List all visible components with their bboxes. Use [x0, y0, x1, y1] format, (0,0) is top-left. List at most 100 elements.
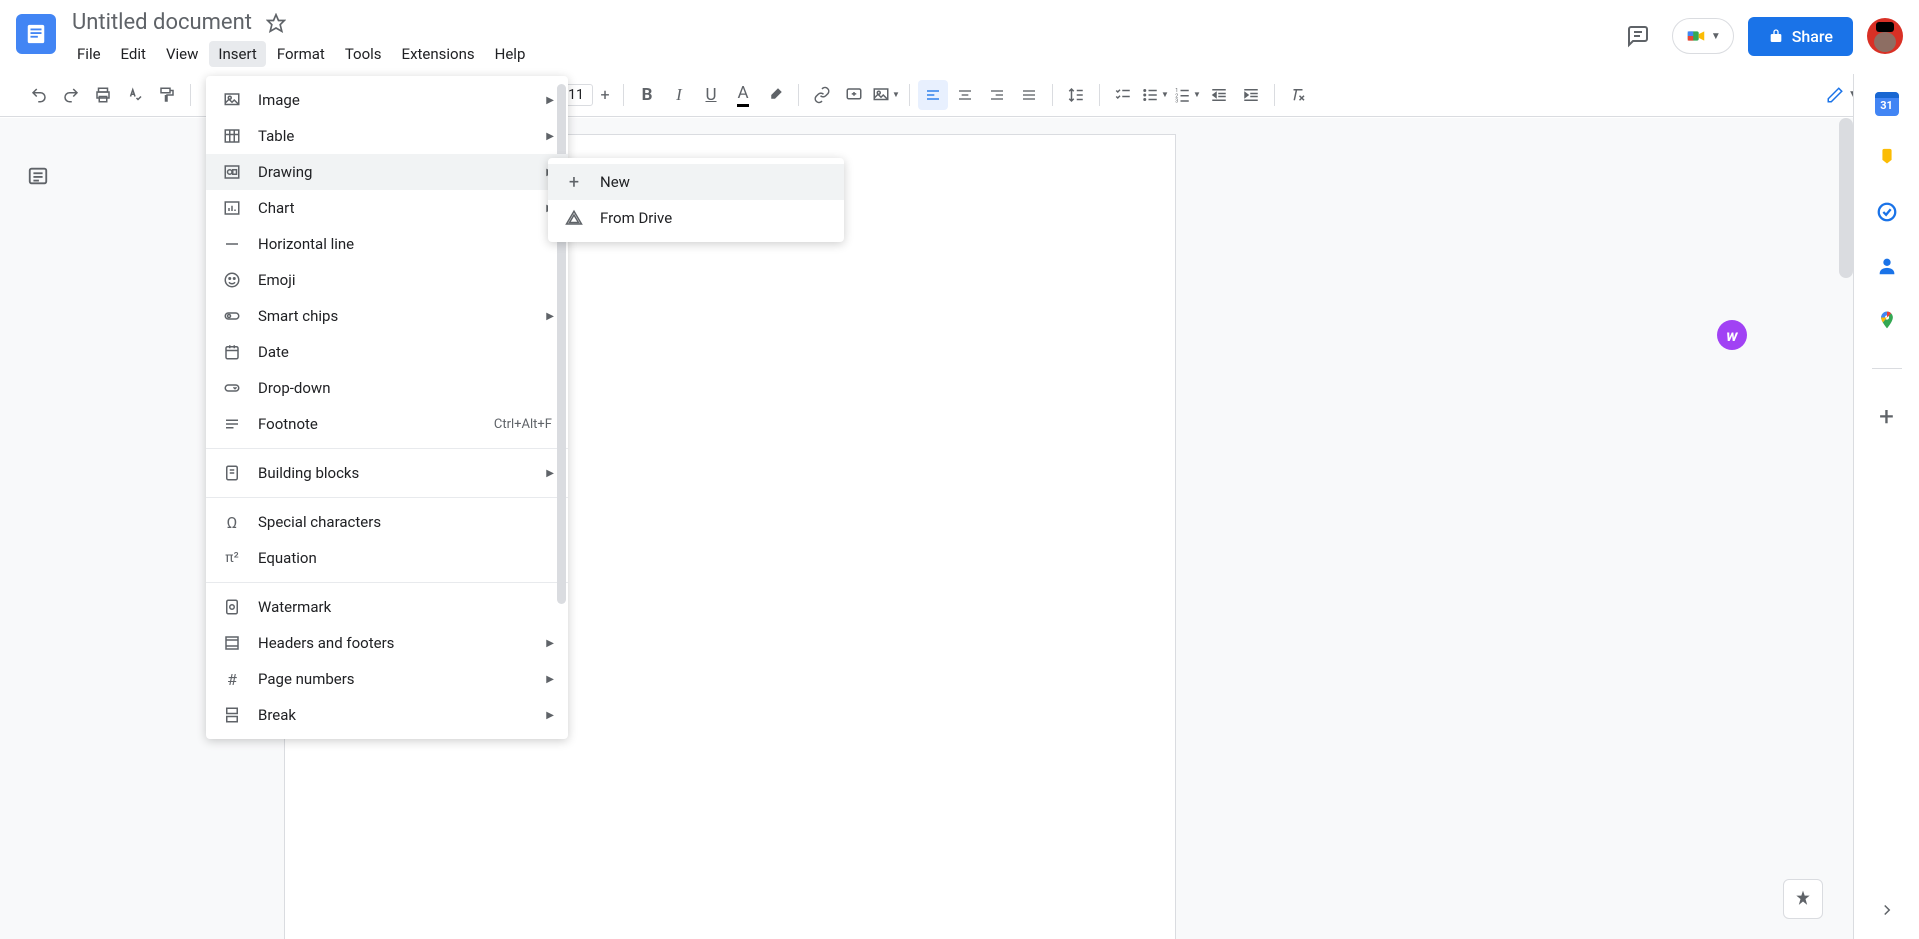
hide-side-panel-button[interactable] — [1878, 901, 1896, 919]
underline-button[interactable]: U — [696, 80, 726, 110]
drawing-new[interactable]: + New — [548, 164, 844, 200]
insert-image-button[interactable]: ▼ — [871, 80, 901, 110]
tasks-icon[interactable] — [1875, 200, 1899, 224]
add-comment-button[interactable] — [839, 80, 869, 110]
insert-equation[interactable]: π² Equation — [206, 540, 568, 576]
chevron-right-icon: ▶ — [546, 468, 554, 479]
share-label: Share — [1792, 27, 1833, 46]
checklist-button[interactable] — [1108, 80, 1138, 110]
undo-button[interactable] — [24, 80, 54, 110]
insert-image-label: Image — [258, 91, 300, 109]
chevron-right-icon: ▶ — [546, 710, 554, 721]
document-title[interactable]: Untitled document — [68, 8, 256, 37]
app-header: Untitled document File Edit View Insert … — [0, 0, 1919, 73]
insert-headers-footers[interactable]: Headers and footers ▶ — [206, 625, 568, 661]
insert-link-button[interactable] — [807, 80, 837, 110]
line-spacing-button[interactable] — [1061, 80, 1091, 110]
insert-page-numbers[interactable]: # Page numbers ▶ — [206, 661, 568, 697]
drawing-from-drive[interactable]: From Drive — [548, 200, 844, 236]
insert-special-characters[interactable]: Ω Special characters — [206, 504, 568, 540]
insert-watermark-label: Watermark — [258, 598, 331, 616]
insert-horizontal-line[interactable]: Horizontal line — [206, 226, 568, 262]
insert-watermark[interactable]: Watermark — [206, 589, 568, 625]
hline-icon — [222, 234, 242, 254]
align-right-button[interactable] — [982, 80, 1012, 110]
insert-building-blocks-label: Building blocks — [258, 464, 359, 482]
italic-button[interactable]: I — [664, 80, 694, 110]
align-center-button[interactable] — [950, 80, 980, 110]
wordtune-badge-icon[interactable]: w — [1717, 320, 1747, 350]
add-addon-icon[interactable]: + — [1875, 405, 1899, 429]
highlight-button[interactable] — [760, 80, 790, 110]
title-area: Untitled document File Edit View Insert … — [68, 8, 1618, 67]
insert-image[interactable]: Image ▶ — [206, 82, 568, 118]
side-panel: 31 + — [1853, 74, 1919, 939]
drawing-new-label: New — [600, 173, 630, 191]
document-outline-button[interactable] — [20, 158, 56, 194]
chevron-right-icon: ▶ — [546, 131, 554, 142]
menu-insert[interactable]: Insert — [209, 41, 265, 67]
insert-chart[interactable]: Chart ▶ — [206, 190, 568, 226]
insert-footnote[interactable]: Footnote Ctrl+Alt+F — [206, 406, 568, 442]
scrollbar-thumb[interactable] — [1839, 118, 1853, 278]
menu-help[interactable]: Help — [486, 41, 535, 67]
comment-history-icon[interactable] — [1618, 16, 1658, 56]
chart-icon — [222, 198, 242, 218]
menu-format[interactable]: Format — [268, 41, 334, 67]
align-left-button[interactable] — [918, 80, 948, 110]
equation-icon: π² — [222, 548, 242, 568]
paint-format-button[interactable] — [152, 80, 182, 110]
separator — [623, 84, 624, 106]
star-icon[interactable] — [266, 13, 286, 33]
insert-menu-dropdown: Image ▶ Table ▶ Drawing ▶ Chart ▶ Horizo… — [206, 76, 568, 739]
insert-drawing-label: Drawing — [258, 163, 312, 181]
separator — [1274, 84, 1275, 106]
contacts-icon[interactable] — [1875, 254, 1899, 278]
headers-footers-icon — [222, 633, 242, 653]
menu-extensions[interactable]: Extensions — [393, 41, 484, 67]
spellcheck-button[interactable] — [120, 80, 150, 110]
docs-logo-icon[interactable] — [16, 14, 56, 54]
menu-tools[interactable]: Tools — [336, 41, 391, 67]
menu-view[interactable]: View — [157, 41, 207, 67]
text-color-button[interactable]: A — [728, 80, 758, 110]
drive-icon — [564, 208, 584, 228]
omega-icon: Ω — [222, 512, 242, 532]
meet-button[interactable]: ▼ — [1672, 18, 1734, 54]
insert-dropdown[interactable]: Drop-down — [206, 370, 568, 406]
redo-button[interactable] — [56, 80, 86, 110]
share-button[interactable]: Share — [1748, 17, 1853, 56]
clear-formatting-button[interactable] — [1283, 80, 1313, 110]
image-icon — [222, 90, 242, 110]
keep-icon[interactable] — [1875, 146, 1899, 170]
insert-break[interactable]: Break ▶ — [206, 697, 568, 733]
insert-emoji[interactable]: Emoji — [206, 262, 568, 298]
bulleted-list-button[interactable]: ▼ — [1140, 80, 1170, 110]
bold-button[interactable]: B — [632, 80, 662, 110]
chevron-right-icon: ▶ — [546, 638, 554, 649]
decrease-indent-button[interactable] — [1204, 80, 1234, 110]
separator — [206, 448, 568, 449]
increase-indent-button[interactable] — [1236, 80, 1266, 110]
font-size-increase[interactable]: + — [595, 85, 615, 104]
menu-file[interactable]: File — [68, 41, 110, 67]
chevron-down-icon: ▼ — [1711, 31, 1721, 42]
align-justify-button[interactable] — [1014, 80, 1044, 110]
numbered-list-button[interactable]: 123▼ — [1172, 80, 1202, 110]
header-right: ▼ Share — [1618, 16, 1903, 56]
insert-smart-chips[interactable]: Smart chips ▶ — [206, 298, 568, 334]
svg-text:3: 3 — [1175, 98, 1178, 104]
insert-building-blocks[interactable]: Building blocks ▶ — [206, 455, 568, 491]
account-avatar[interactable] — [1867, 18, 1903, 54]
insert-drawing[interactable]: Drawing ▶ — [206, 154, 568, 190]
insert-equation-label: Equation — [258, 549, 317, 567]
insert-table[interactable]: Table ▶ — [206, 118, 568, 154]
drawing-from-drive-label: From Drive — [600, 209, 672, 227]
explore-button[interactable] — [1783, 879, 1823, 919]
pencil-icon — [1826, 86, 1844, 104]
calendar-icon[interactable]: 31 — [1875, 92, 1899, 116]
insert-date[interactable]: Date — [206, 334, 568, 370]
print-button[interactable] — [88, 80, 118, 110]
maps-icon[interactable] — [1875, 308, 1899, 332]
menu-edit[interactable]: Edit — [112, 41, 155, 67]
